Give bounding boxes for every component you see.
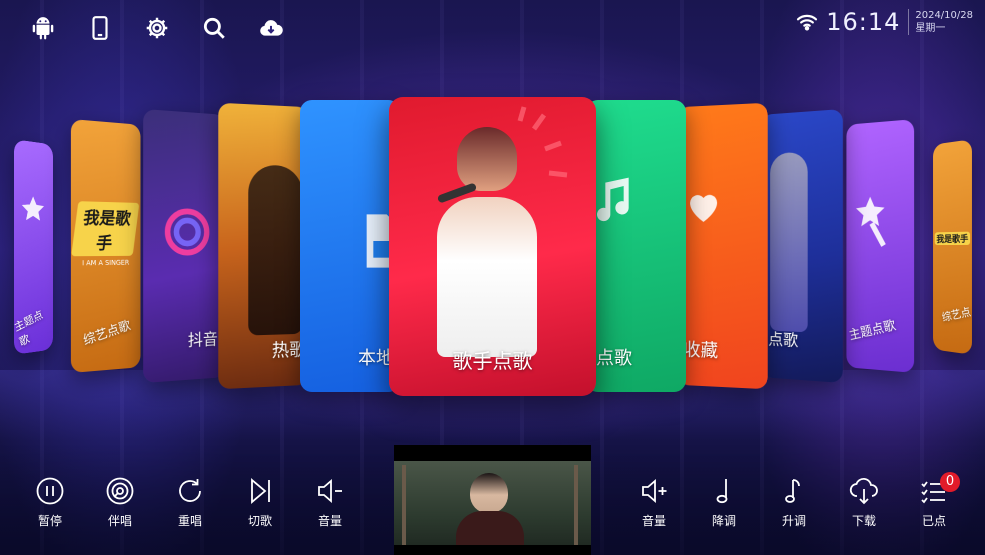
magic-wand-star-icon [856,196,886,247]
note-up-icon [785,479,800,503]
pitch-up-button[interactable]: 升调 [764,476,824,529]
note-down-icon [716,479,728,504]
singer-silhouette [770,151,808,333]
accompaniment-button[interactable]: 伴唱 [90,476,150,529]
volume-up-label: 音量 [641,514,666,528]
download-icon [849,477,878,505]
card-label: 抖音 [187,329,218,350]
volume-up-button[interactable]: 音量 [624,476,684,529]
card-label: 点歌 [596,348,632,369]
volume-up-icon [642,479,667,503]
card-right3[interactable]: 主题点歌 [846,119,915,373]
top-toolbar [14,12,299,44]
card-left2[interactable]: 抖音 [143,108,226,384]
weekday-text: 星期一 [915,23,946,34]
queued-songs-label: 已点 [921,514,946,528]
card-far-left[interactable]: 主题点歌 [14,139,53,355]
show-logo: 我是歌手 [934,231,971,246]
card-label: 综艺点歌 [81,318,133,349]
star-icon [21,195,45,221]
skip-label: 切歌 [247,514,272,528]
status-area: 16:14 2024/10/28 星期一 [796,8,973,36]
pause-label: 暂停 [37,514,62,528]
download-button[interactable]: 下载 [834,476,894,529]
disc-icon [106,477,134,505]
cloud-download-icon[interactable] [242,12,299,44]
video-preview[interactable] [394,445,591,555]
date-display: 2024/10/28 星期一 [908,9,973,35]
pitch-down-button[interactable]: 降调 [694,476,754,529]
android-icon[interactable] [14,12,71,44]
show-logo: 我是歌手 I AM A SINGER [71,201,140,267]
card-label: 主题点歌 [14,308,45,349]
accompaniment-label: 伴唱 [107,514,132,528]
music-note-icon [597,177,629,222]
clock: 16:14 [826,8,901,36]
card-left1[interactable]: 热歌 [218,102,309,390]
card-right2[interactable]: 点歌 [760,108,843,384]
card-label: 主题点歌 [847,318,898,344]
card-label: 点歌 [768,329,799,350]
search-icon[interactable] [185,12,242,44]
queued-songs-button[interactable]: 0 已点 [904,472,964,529]
card-right0[interactable]: 点歌 [586,100,686,392]
card-label: 收藏 [683,339,719,362]
card-left3[interactable]: 我是歌手 I AM A SINGER 综艺点歌 [70,119,141,373]
pitch-down-label: 降调 [711,514,736,528]
pause-button[interactable]: 暂停 [20,476,80,529]
gear-icon[interactable] [128,12,185,44]
card-left0[interactable]: 本地 [300,100,400,392]
singer-silhouette [248,164,303,336]
replay-label: 重唱 [177,514,202,528]
phone-icon[interactable] [71,12,128,44]
wifi-icon [797,14,818,31]
replay-icon [179,479,201,502]
card-label: 综艺点 [940,305,972,325]
pause-icon [36,477,64,505]
volume-down-button[interactable]: 音量 [300,476,360,529]
queued-count-badge: 0 [940,472,960,492]
card-center-selected[interactable]: 歌手点歌 [389,97,596,396]
heart-icon [690,194,718,223]
card-label: 歌手点歌 [452,349,533,373]
pitch-up-label: 升调 [781,514,806,528]
download-label: 下载 [851,514,876,528]
card-right1[interactable]: 收藏 [677,102,768,390]
volume-down-label: 音量 [317,514,342,528]
tiktok-note-icon [161,201,213,262]
skip-button[interactable]: 切歌 [230,476,290,529]
volume-down-icon [318,479,342,503]
singer-photo [427,127,547,357]
card-far-right[interactable]: 我是歌手 综艺点 [933,139,972,355]
date-text: 2024/10/28 [915,10,973,21]
replay-button[interactable]: 重唱 [160,476,220,529]
skip-icon [251,478,270,504]
